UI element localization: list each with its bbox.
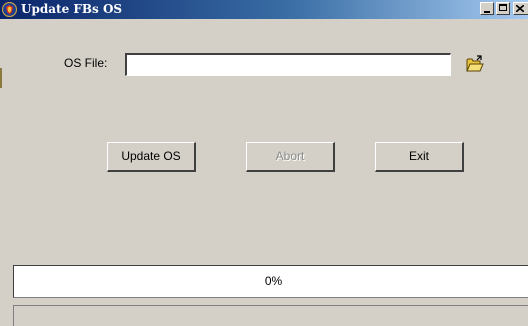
progress-bar: 0% (13, 265, 528, 298)
progress-text: 0% (264, 274, 283, 288)
update-os-window: Update FBs OS OS File: Update OS Abort E… (0, 0, 528, 326)
close-icon (516, 5, 524, 12)
minimize-button[interactable] (480, 2, 494, 15)
update-os-button[interactable]: Update OS (107, 142, 196, 172)
title-bar[interactable]: Update FBs OS (0, 0, 528, 19)
close-button[interactable] (513, 2, 528, 15)
open-folder-icon (466, 55, 484, 72)
browse-button[interactable] (465, 54, 485, 74)
app-shield-icon[interactable] (1, 1, 18, 18)
os-file-input[interactable] (125, 53, 451, 76)
os-file-label: OS File: (64, 56, 108, 70)
window-edge-marker (0, 68, 2, 88)
exit-button[interactable]: Exit (375, 142, 464, 172)
status-bar (13, 305, 528, 326)
abort-button[interactable]: Abort (246, 142, 335, 172)
window-title: Update FBs OS (21, 2, 123, 16)
maximize-button[interactable] (496, 2, 510, 15)
